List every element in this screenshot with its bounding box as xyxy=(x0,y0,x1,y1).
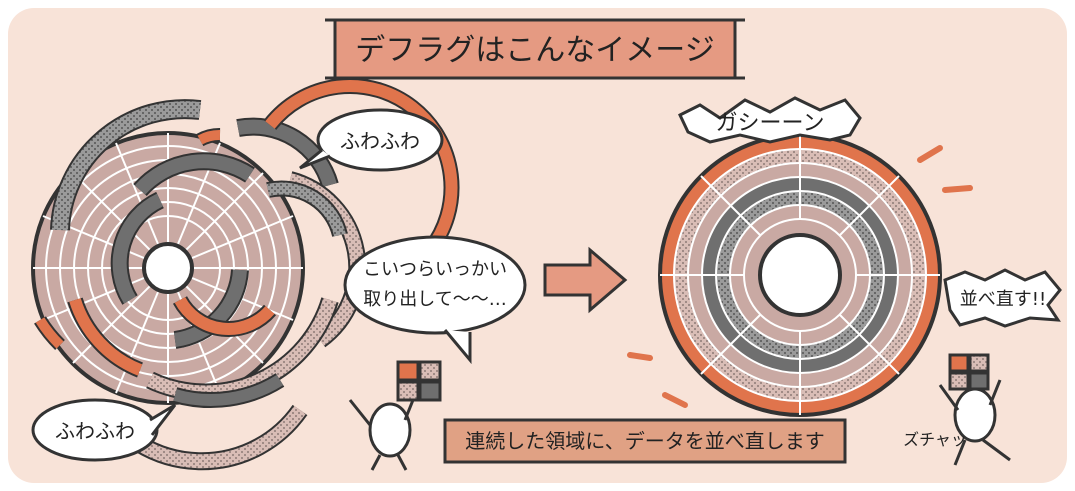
bubble-text-grab-line1: こいつらいっかい xyxy=(363,259,507,280)
bubble-text-rearrange: 並べ直す!! xyxy=(960,289,1046,310)
page-title: デフラグはこんなイメージ xyxy=(355,33,714,68)
sound-effect-text: ガシーーン xyxy=(716,111,825,136)
speech-bubble-rearrange: 並べ直す!! xyxy=(943,268,1062,328)
bubble-text-fuwa-bottom: ふわふわ xyxy=(55,419,135,443)
caption-text: 連続した領域に、データを並べ直します xyxy=(465,429,824,453)
swish-text: ズチャッ xyxy=(903,430,967,449)
bubble-text-grab-line2: 取り出して〜〜… xyxy=(363,289,506,310)
data-block-icon xyxy=(948,353,990,391)
caption-box: 連続した領域に、データを並べ直します xyxy=(443,418,847,464)
bubble-text-fuwa-top: ふわふわ xyxy=(340,129,420,153)
title-box: デフラグはこんなイメージ xyxy=(325,18,745,80)
data-block-icon xyxy=(396,360,442,402)
defrag-illustration: デフラグはこんなイメージ ふわふわ ふわふわ こいつらいっかい 取り出して〜〜…… xyxy=(8,8,1067,483)
